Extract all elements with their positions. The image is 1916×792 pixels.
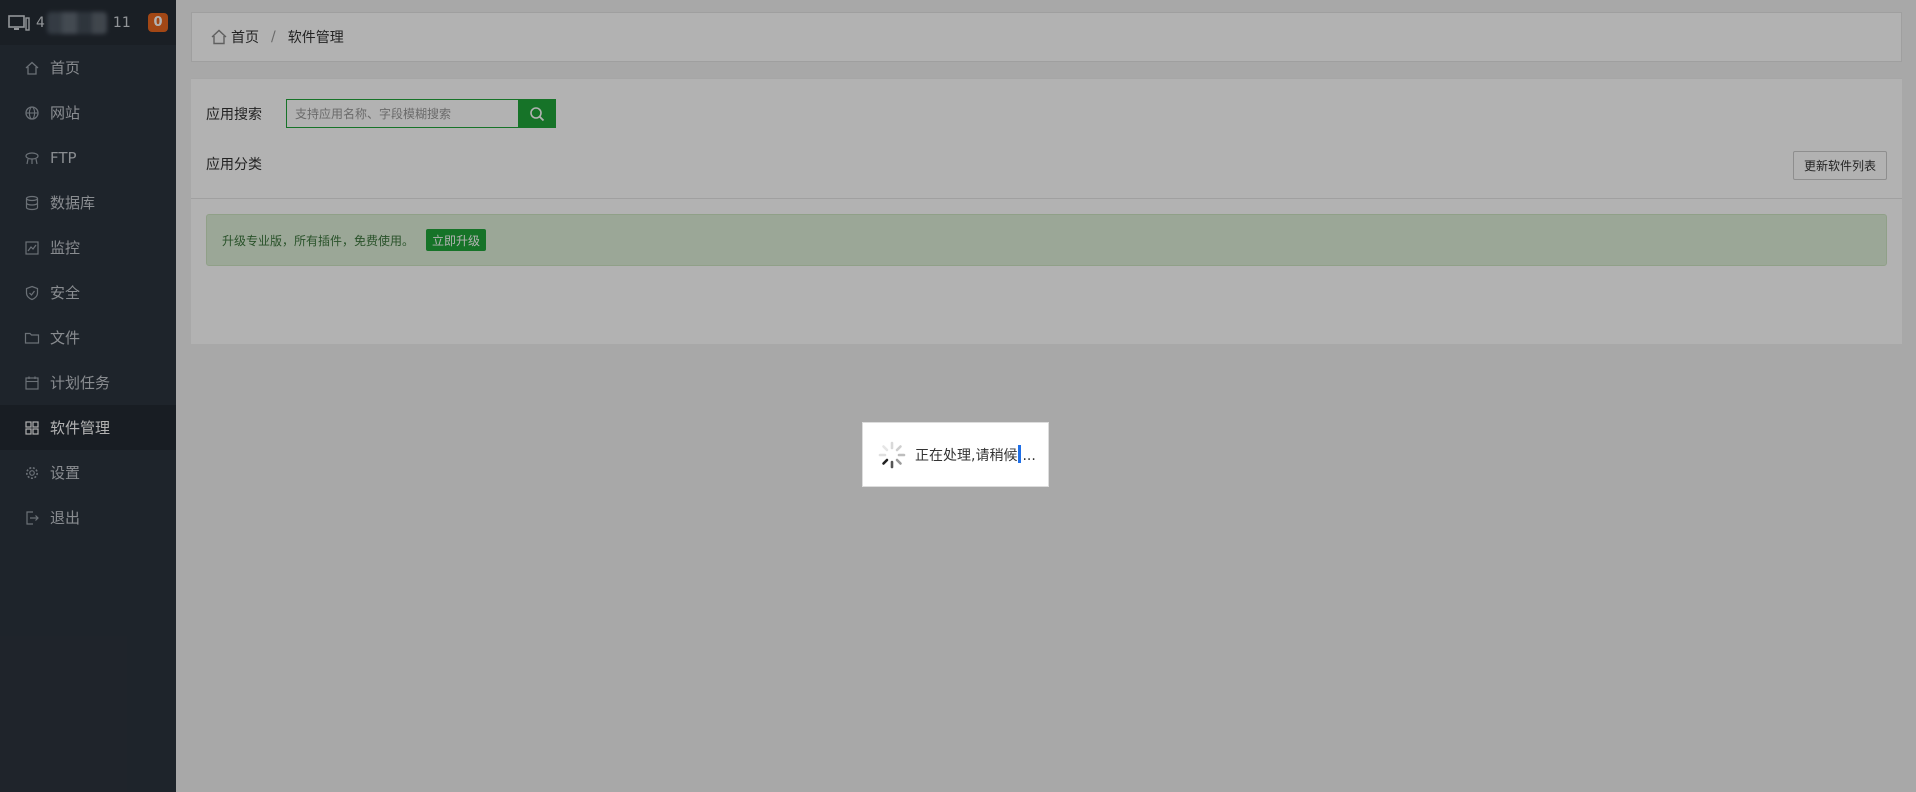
loading-text: 正在处理,请稍候... bbox=[915, 444, 1036, 465]
loading-ellipsis: ... bbox=[1022, 447, 1036, 464]
text-caret bbox=[1018, 444, 1022, 463]
modal-overlay bbox=[0, 0, 1916, 792]
spinner-icon bbox=[878, 441, 906, 468]
loading-dialog: 正在处理,请稍候... bbox=[862, 422, 1049, 487]
loading-text-main: 正在处理,请稍候 bbox=[915, 447, 1018, 464]
